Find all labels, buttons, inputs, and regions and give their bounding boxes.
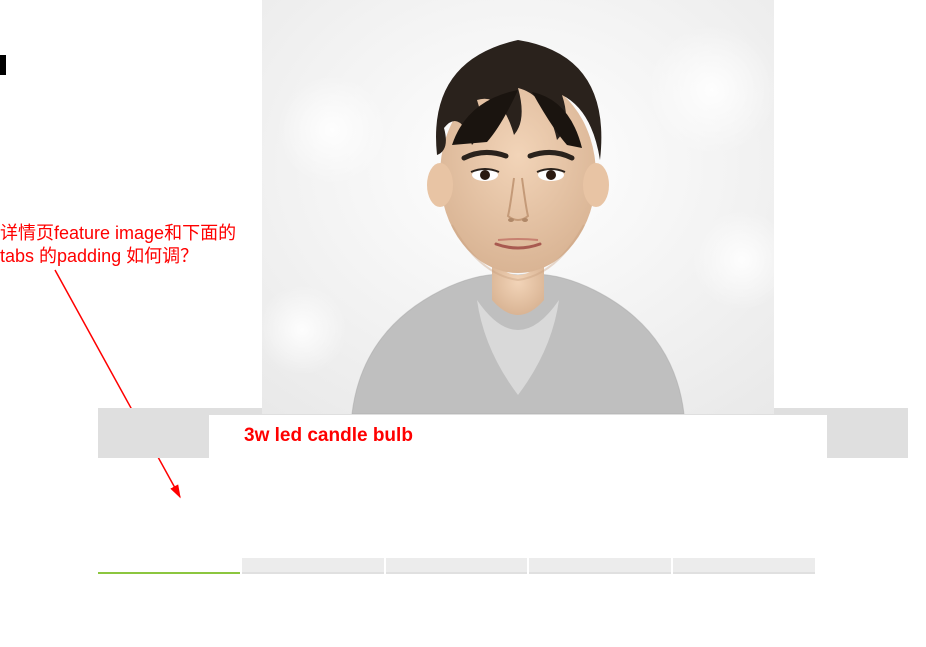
feature-caption-box: 3w led candle bulb xyxy=(209,415,827,470)
tab-5[interactable] xyxy=(673,558,815,574)
tabs-row xyxy=(98,558,815,574)
feature-image[interactable] xyxy=(262,0,774,414)
annotation-label: 详情页feature image和下面的 tabs 的padding 如何调？ xyxy=(0,222,236,269)
feature-caption: 3w led candle bulb xyxy=(244,425,413,446)
tab-3[interactable] xyxy=(386,558,528,574)
cursor-marker xyxy=(0,55,6,75)
portrait-photo xyxy=(262,0,774,414)
tab-2[interactable] xyxy=(242,558,384,574)
tab-4[interactable] xyxy=(529,558,671,574)
annotation-line-1: 详情页feature image和下面的 xyxy=(0,223,236,243)
tab-1[interactable] xyxy=(98,558,240,574)
annotation-line-2: tabs 的padding 如何调？ xyxy=(0,246,198,266)
